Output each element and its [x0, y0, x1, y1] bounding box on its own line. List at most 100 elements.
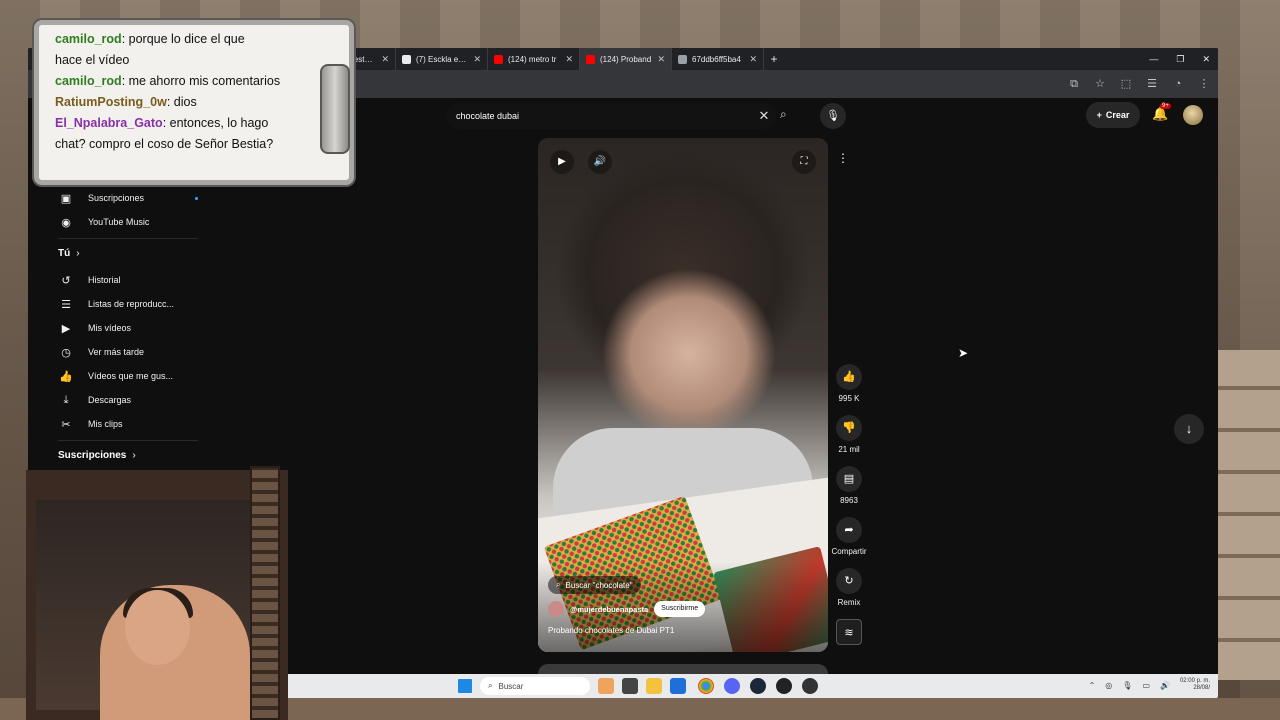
extensions-icon[interactable]: ⬚ [1120, 78, 1132, 90]
tab-favicon-icon [586, 54, 595, 64]
chat-overlay-knob [320, 64, 350, 154]
steam-icon[interactable] [750, 678, 766, 694]
shorts-video-player[interactable]: ▶ 🔊 ⛶ ⌕ Buscar "chocolate" @mujerdebuena… [538, 138, 828, 652]
sidebar-item[interactable]: ↺ Historial [58, 268, 198, 292]
close-tab-icon[interactable]: ✕ [749, 54, 757, 65]
tab-search-icon[interactable]: ☰ [1146, 78, 1158, 90]
comments-count: 8963 [840, 496, 858, 505]
sidebar-subscriptions-header[interactable]: Suscripciones › [58, 440, 198, 470]
sidebar-item[interactable]: 👍 Vídeos que me gus... [58, 364, 198, 388]
tab-favicon-icon [402, 54, 411, 64]
volume-icon[interactable]: 🔊 [1160, 681, 1170, 690]
browser-tab[interactable]: (124) Proband ✕ [580, 48, 672, 70]
sidebar-item[interactable]: ◷ Ver más tarde [58, 340, 198, 364]
brick-wall-decoration [1214, 350, 1280, 680]
chat-text: : dios [166, 95, 197, 109]
chat-message: chat? compro el coso de Señor Bestia? [55, 134, 333, 155]
search-icon: ⌕ [556, 580, 561, 589]
like-count: 995 K [838, 394, 860, 403]
clear-search-icon[interactable]: ✕ [752, 108, 776, 124]
network-icon[interactable]: ▭ [1142, 681, 1150, 690]
video-search-chip[interactable]: ⌕ Buscar "chocolate" [548, 576, 641, 594]
bookmark-star-icon[interactable]: ☆ [1094, 78, 1106, 90]
chat-text: chat? compro el coso de Señor Bestia? [55, 137, 274, 151]
sidebar-item-label: Vídeos que me gus... [88, 371, 174, 381]
store-icon[interactable] [670, 678, 686, 694]
share-count: Compartir [831, 547, 867, 556]
profile-icon[interactable]: ◔ [1172, 78, 1184, 90]
minimize-button[interactable]: — [1149, 54, 1158, 65]
sidebar-you-header[interactable]: Tú › [58, 238, 198, 268]
chat-text: : me ahorro mis comentarios [121, 74, 281, 88]
maximize-button[interactable]: ❐ [1176, 54, 1184, 65]
chrome-icon[interactable] [698, 678, 714, 694]
clock[interactable]: 02:00 p. m. 28/08/ [1180, 678, 1210, 692]
taskbar-app-icon[interactable] [598, 678, 614, 694]
discord-icon[interactable] [724, 678, 740, 694]
chat-text: hace el vídeo [55, 53, 130, 67]
more-options-icon[interactable]: ⋮ [837, 151, 849, 165]
like-icon[interactable]: 👍 [836, 364, 862, 390]
browser-tab[interactable]: (124) metro tr ✕ [488, 48, 580, 70]
play-icon[interactable]: ▶ [550, 150, 574, 174]
remix-icon[interactable]: ↻ [836, 568, 862, 594]
microphone-icon[interactable]: 🎙 [820, 103, 846, 129]
install-app-icon[interactable]: ⧉ [1068, 78, 1080, 90]
taskbar-search-input[interactable]: ⌕ Buscar [480, 677, 590, 695]
create-button[interactable]: + Crear [1086, 102, 1140, 128]
taskbar-app-icon[interactable] [802, 678, 818, 694]
sidebar-item[interactable]: ▣ Suscripciones [58, 186, 198, 210]
webcam-streamer-head [125, 590, 190, 665]
channel-name[interactable]: @mujerdebuenapasta [570, 605, 648, 614]
taskbar-app-icon[interactable] [776, 678, 792, 694]
sidebar-item[interactable]: ✂ Mis clips [58, 412, 198, 436]
tab-label: (124) Proband [600, 54, 652, 64]
browser-tab[interactable]: 67ddb6ff5ba4 ✕ [672, 48, 764, 70]
tab-favicon-icon [494, 54, 503, 64]
close-tab-icon[interactable]: ✕ [565, 54, 573, 65]
close-window-button[interactable]: ✕ [1202, 54, 1210, 65]
dislike-icon[interactable]: 👎 [836, 415, 862, 441]
sidebar-item[interactable]: ⤓ Descargas [58, 388, 198, 412]
taskbar-task-view-icon[interactable] [622, 678, 638, 694]
microphone-icon[interactable]: 🎙 [1122, 681, 1132, 690]
video-title[interactable]: Probando chocolates de Dubai PT1 [548, 626, 674, 635]
sound-wave-icon[interactable]: ≋ [836, 619, 862, 645]
tab-label: (124) metro tr [508, 54, 557, 64]
browser-tab[interactable]: (7) Esckla en X ✕ [396, 48, 488, 70]
menu-kebab-icon[interactable]: ⋮ [1198, 78, 1210, 90]
sidebar-item[interactable]: ◉ YouTube Music [58, 210, 198, 234]
tab-label: (7) Esckla en X [416, 54, 469, 64]
file-explorer-icon[interactable] [646, 678, 662, 694]
account-avatar[interactable] [1183, 105, 1203, 125]
chat-message: hace el vídeo [55, 50, 333, 71]
tray-app-icon[interactable]: ◎ [1105, 681, 1112, 690]
sidebar-item[interactable]: ☰ Listas de reproducc... [58, 292, 198, 316]
taskbar-search-placeholder: Buscar [498, 681, 524, 691]
search-query[interactable]: chocolate dubai [456, 111, 752, 121]
sidebar-item[interactable]: ▶ Mis vídeos [58, 316, 198, 340]
plus-icon: + [1096, 110, 1102, 120]
channel-avatar[interactable] [548, 601, 564, 617]
your-videos-icon: ▶ [61, 322, 71, 335]
search-icon[interactable]: ⌕ [780, 107, 787, 122]
fullscreen-icon[interactable]: ⛶ [792, 150, 816, 174]
sound-action: ≋ [830, 619, 868, 645]
sidebar-item-label: Ver más tarde [88, 347, 145, 357]
chat-username: RatiumPosting_0w [55, 95, 167, 109]
volume-icon[interactable]: 🔊 [588, 150, 612, 174]
new-tab-button[interactable]: + [764, 52, 784, 66]
close-tab-icon[interactable]: ✕ [657, 54, 665, 65]
windows-start-icon[interactable] [458, 679, 472, 693]
close-tab-icon[interactable]: ✕ [381, 54, 389, 65]
chevron-up-icon[interactable]: ⌃ [1089, 681, 1096, 690]
close-tab-icon[interactable]: ✕ [473, 54, 481, 65]
chevron-right-icon: › [132, 450, 136, 461]
next-video-arrow-icon[interactable]: ↓ [1174, 414, 1204, 444]
subscribe-button[interactable]: Suscribirme [654, 601, 706, 617]
comments-icon[interactable]: ▤ [836, 466, 862, 492]
notification-badge: 9+ [1160, 103, 1171, 109]
dislike-action: 👎 21 mil [830, 415, 868, 454]
share-icon[interactable]: ➦ [836, 517, 862, 543]
search-input[interactable]: chocolate dubai ✕ [446, 103, 776, 129]
